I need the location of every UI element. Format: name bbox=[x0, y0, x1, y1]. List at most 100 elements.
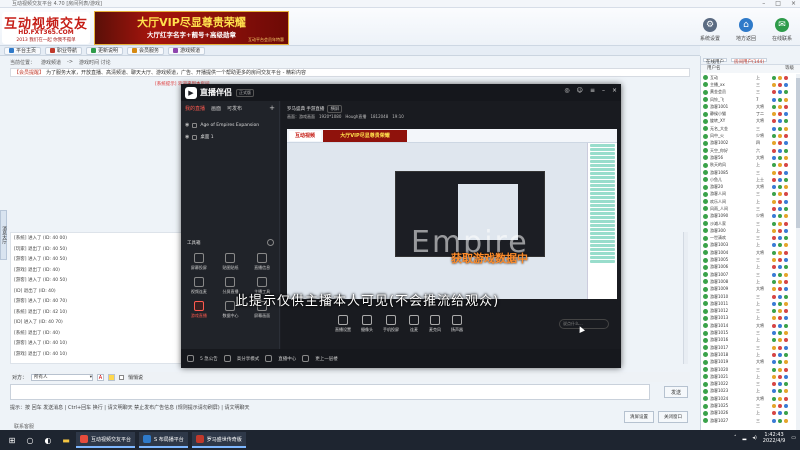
logo[interactable]: 互动视频交友 HD.FXT365.COM 2013 我们在一起 你我不孤单 bbox=[2, 12, 90, 44]
stream-preview[interactable]: 互动视频 大厅VIP尽显尊贵荣耀 Empire 获取游戏数据中 bbox=[287, 129, 617, 299]
taskbar-app[interactable]: 互动视频交友平台 bbox=[76, 432, 136, 448]
tab-home[interactable]: 平台主页 bbox=[4, 46, 42, 55]
bottom-item[interactable]: 高分享模式 bbox=[237, 356, 260, 362]
tab-online-users[interactable]: 在线用户 bbox=[703, 58, 727, 65]
user-row[interactable]: 游客300 上 bbox=[701, 227, 800, 234]
user-row[interactable]: 游客1018 上 bbox=[701, 351, 800, 358]
chat-scrollbar[interactable] bbox=[683, 232, 688, 364]
close-icon[interactable]: × bbox=[612, 87, 617, 94]
user-row[interactable]: 游客1006 上 bbox=[701, 264, 800, 271]
user-row[interactable]: 主播_xx 三 bbox=[701, 81, 800, 88]
user-row[interactable]: 游客1016 上 bbox=[701, 337, 800, 344]
user-row[interactable]: 游客1025 三 bbox=[701, 402, 800, 409]
tab-updates[interactable]: 更新说明 bbox=[86, 46, 124, 55]
user-row[interactable]: 游客1090 少将 bbox=[701, 213, 800, 220]
eye-icon[interactable]: ◉ bbox=[185, 134, 189, 140]
user-row[interactable]: 游客1021 上 bbox=[701, 373, 800, 380]
user-row[interactable]: 游客20 大将 bbox=[701, 183, 800, 190]
contact-button[interactable]: ✉ 在线联系 bbox=[768, 18, 796, 42]
tab-scene[interactable]: 画面 bbox=[211, 105, 221, 112]
user-list-scrollbar[interactable] bbox=[796, 74, 800, 430]
user-row[interactable]: 游客1024 大将 bbox=[701, 395, 800, 402]
user-row[interactable]: 一世清欢 三 bbox=[701, 235, 800, 242]
font-color-icon[interactable]: A bbox=[97, 373, 105, 381]
user-row[interactable]: 游客56 大将 bbox=[701, 154, 800, 161]
control-button[interactable]: 扬声器 bbox=[451, 315, 463, 333]
toolbox-item[interactable]: 屏幕投屏 bbox=[183, 253, 215, 271]
user-row[interactable]: 无名_大金 三 bbox=[701, 125, 800, 132]
user-row[interactable]: 风中_火 少将 bbox=[701, 132, 800, 139]
search-icon[interactable]: ○ bbox=[24, 434, 36, 446]
user-row[interactable]: 游客1004 大将 bbox=[701, 249, 800, 256]
user-row[interactable]: 游客1014 大将 bbox=[701, 322, 800, 329]
user-row[interactable]: 游客1026 上 bbox=[701, 410, 800, 417]
close-window-button[interactable]: 关闭窗口 bbox=[658, 411, 688, 423]
browser-icon[interactable]: ◐ bbox=[42, 434, 54, 446]
breadcrumb-item[interactable]: 游戏时间 讨论 bbox=[79, 59, 111, 66]
user-row[interactable]: 游客1015 三 bbox=[701, 329, 800, 336]
announcement-icon[interactable] bbox=[187, 355, 194, 362]
toolbox-settings-icon[interactable] bbox=[267, 239, 274, 246]
emoji-icon[interactable] bbox=[108, 373, 116, 381]
add-tab-button[interactable]: + bbox=[269, 104, 275, 112]
user-icon[interactable]: ☺ bbox=[577, 87, 583, 94]
menu-icon[interactable]: ≡ bbox=[590, 87, 595, 94]
volume-icon[interactable]: ◂) bbox=[752, 435, 756, 441]
clock[interactable]: 1:42:43 2022/4/9 bbox=[763, 432, 785, 444]
user-row[interactable]: 游客1008 上 bbox=[701, 278, 800, 285]
home-button[interactable]: ⌂ 地方返回 bbox=[732, 18, 760, 42]
user-row[interactable]: 游客1010 三 bbox=[701, 293, 800, 300]
user-row[interactable]: 旋转_XY 大将 bbox=[701, 118, 800, 125]
user-row[interactable]: 游客1019 大将 bbox=[701, 359, 800, 366]
scene-tag[interactable]: 横屏 bbox=[327, 105, 343, 113]
maximize-icon[interactable]: □ bbox=[775, 0, 781, 7]
breadcrumb-item[interactable]: 游戏频道 bbox=[41, 59, 61, 66]
user-row[interactable]: 游客1027 三 bbox=[701, 417, 800, 424]
source-item[interactable]: ◉ Age of Empires Expansion bbox=[181, 119, 279, 131]
scrollbar-thumb[interactable] bbox=[796, 78, 800, 228]
bottom-item[interactable]: 直播中心 bbox=[278, 356, 296, 362]
user-row[interactable]: 小鱼儿 上士 bbox=[701, 176, 800, 183]
user-row[interactable]: 游客1002 四 bbox=[701, 140, 800, 147]
windows-start-icon[interactable]: ⊞ bbox=[6, 434, 18, 446]
user-row[interactable]: 风雨_人间 三 bbox=[701, 205, 800, 212]
user-row[interactable]: 游客1007 三 bbox=[701, 271, 800, 278]
user-row[interactable]: 黄金会员 三 bbox=[701, 89, 800, 96]
user-row[interactable]: 游客1005 三 bbox=[701, 256, 800, 263]
toolbox-item[interactable]: 直播信息 bbox=[246, 253, 278, 271]
user-row[interactable]: 欢乐人间 上 bbox=[701, 198, 800, 205]
user-row[interactable]: 游客1003 上 bbox=[701, 242, 800, 249]
taskbar-app[interactable]: S 布局播平台 bbox=[139, 432, 188, 448]
upgrade-icon[interactable] bbox=[302, 355, 310, 362]
target-select[interactable]: 所有人 ▾ bbox=[31, 373, 94, 381]
settings-button[interactable]: ⚙ 系统设置 bbox=[696, 18, 724, 42]
tab-guide[interactable]: 职业导航 bbox=[45, 46, 83, 55]
tab-my-live[interactable]: 我的直播 bbox=[185, 105, 205, 112]
user-row[interactable]: 天空_你好 六 bbox=[701, 147, 800, 154]
user-row[interactable]: 风铃_飞 7 bbox=[701, 96, 800, 103]
lock-icon[interactable] bbox=[192, 122, 198, 128]
control-button[interactable]: 摄像头 bbox=[361, 315, 373, 333]
control-button[interactable]: 连麦 bbox=[409, 315, 419, 333]
share-icon[interactable] bbox=[223, 355, 231, 362]
user-row[interactable]: 游客1020 三 bbox=[701, 366, 800, 373]
folder-icon[interactable]: ▬ bbox=[60, 434, 72, 446]
tab-vip[interactable]: 会员服务 bbox=[127, 46, 165, 55]
user-row[interactable]: 游客1013 上 bbox=[701, 315, 800, 322]
tab-games[interactable]: 游戏频道 bbox=[168, 46, 206, 55]
user-row[interactable]: 游客1085 三 bbox=[701, 169, 800, 176]
clear-settings-button[interactable]: 清屏设置 bbox=[624, 411, 654, 423]
center-icon[interactable] bbox=[265, 355, 273, 362]
user-row[interactable]: 游客人间 三 bbox=[701, 191, 800, 198]
user-row[interactable]: 游客1001 大将 bbox=[701, 103, 800, 110]
left-side-tab[interactable]: 消息大厅 bbox=[0, 210, 7, 260]
user-row[interactable]: 游客1011 上 bbox=[701, 300, 800, 307]
user-row[interactable]: 游客1023 上 bbox=[701, 388, 800, 395]
vip-advert[interactable]: 大厅VIP尽显尊贵荣耀 大厅红字名字+靓号+高级勋章 互动平台会员年特惠 bbox=[94, 11, 289, 45]
user-row[interactable]: 游客1012 三 bbox=[701, 308, 800, 315]
send-button[interactable]: 发送 bbox=[664, 386, 688, 398]
eye-icon[interactable]: ◉ bbox=[185, 122, 189, 128]
secret-checkbox[interactable] bbox=[119, 374, 125, 380]
user-row[interactable]: 沙滩人家 三 bbox=[701, 220, 800, 227]
service-hint[interactable]: 联系客服 bbox=[14, 423, 34, 430]
